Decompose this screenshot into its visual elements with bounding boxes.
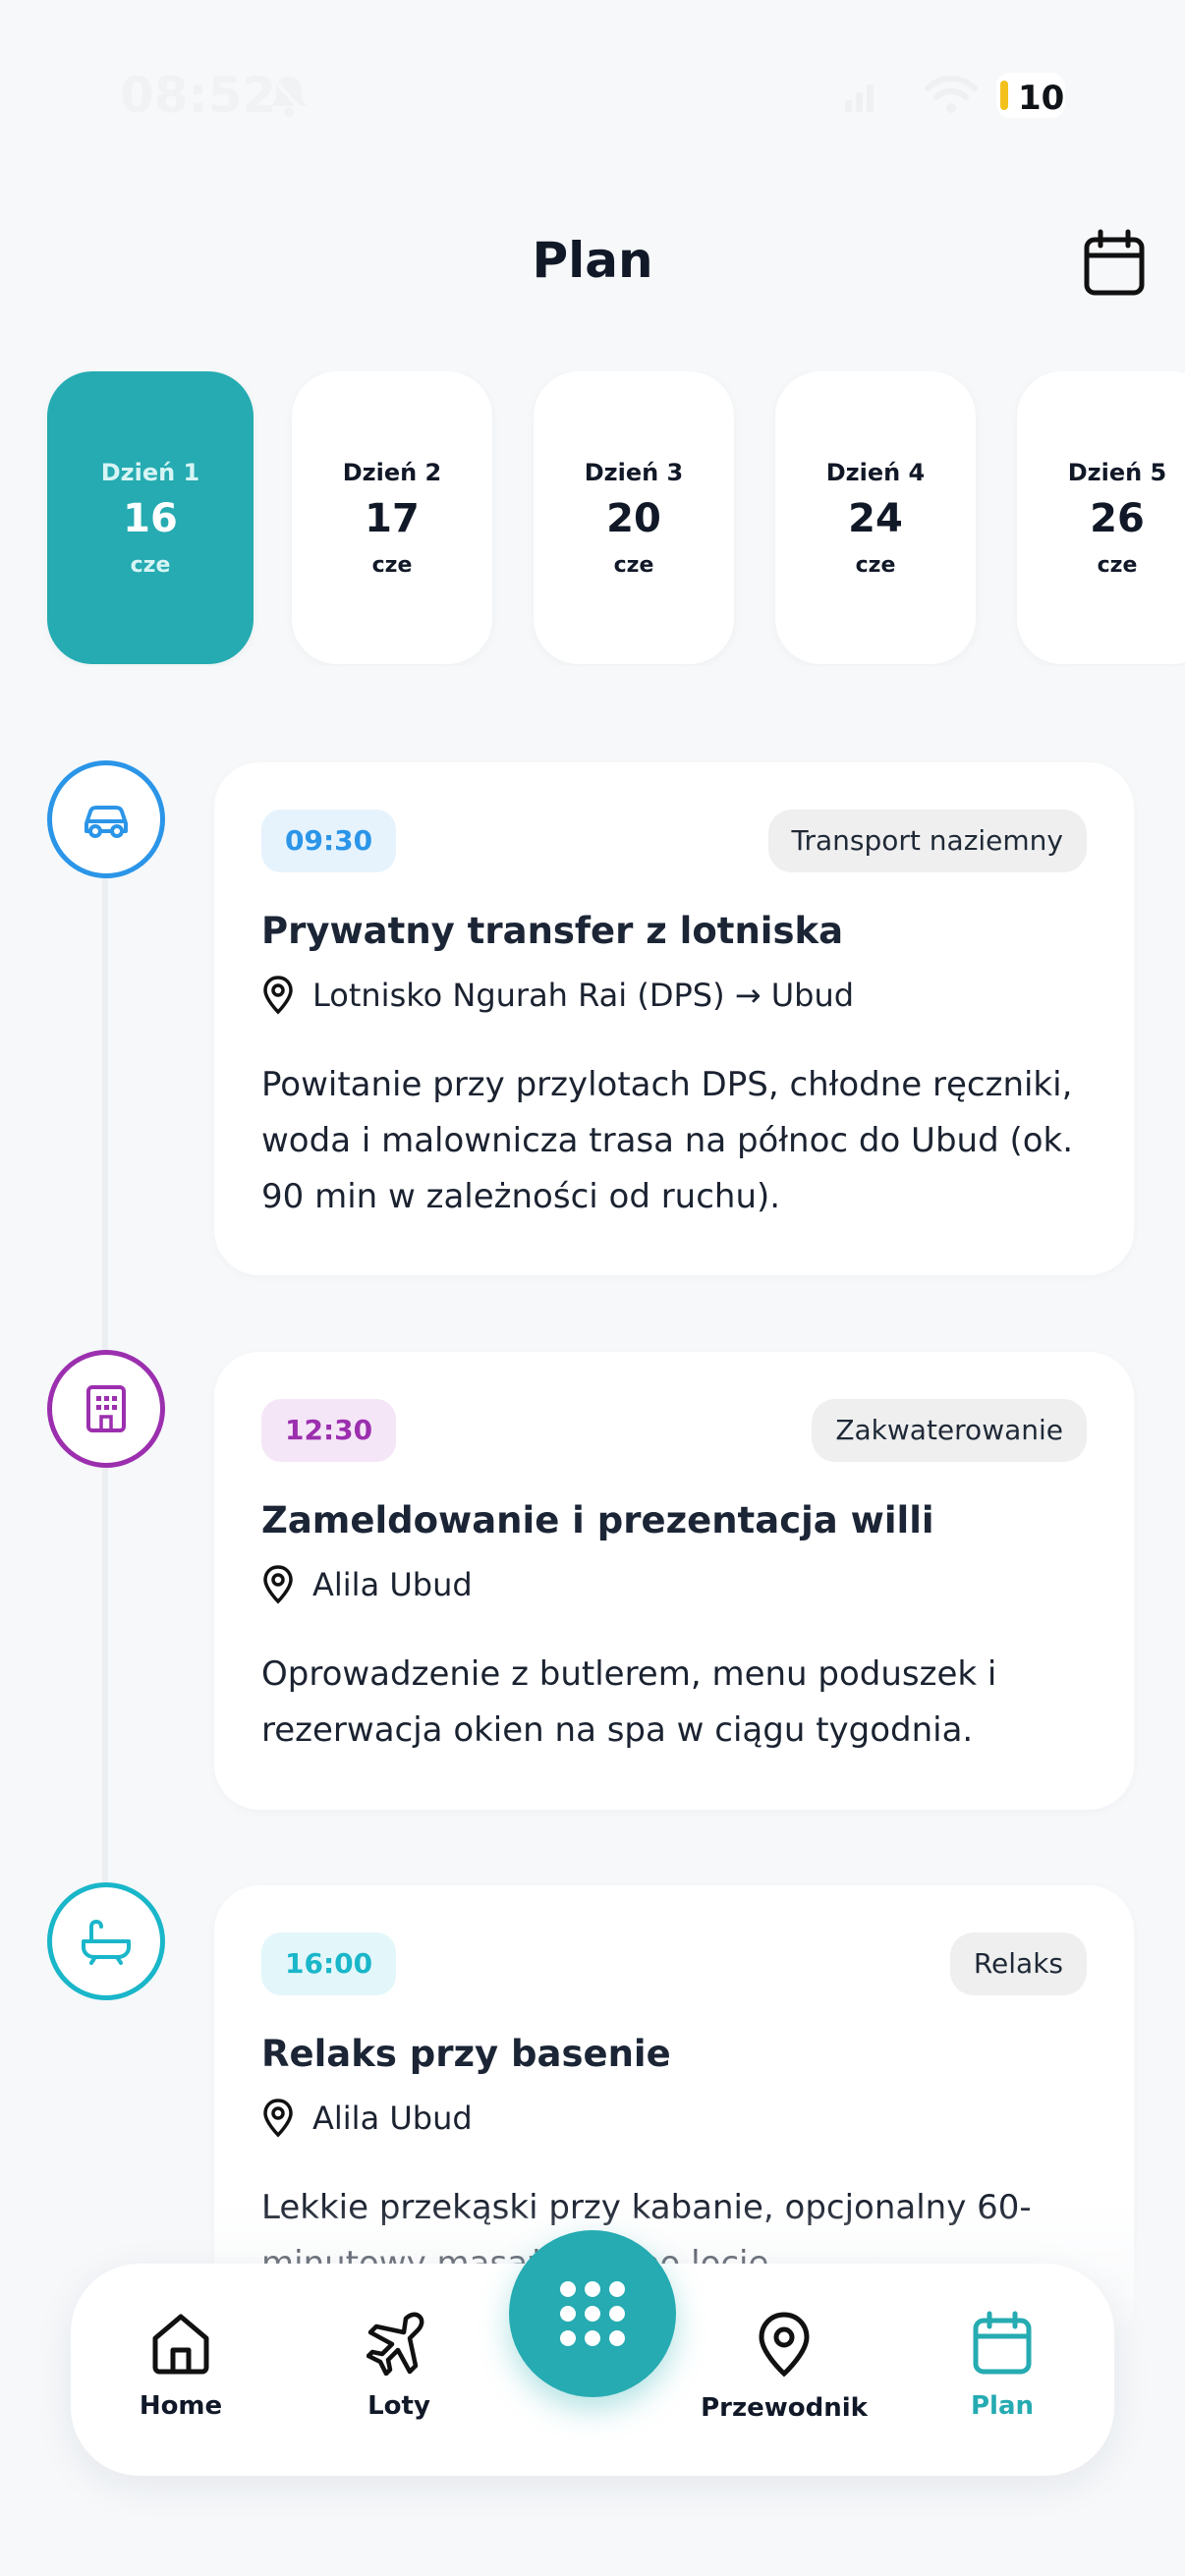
nav-item-flights[interactable]: Loty (301, 2311, 497, 2421)
time-badge: 16:00 (261, 1932, 397, 1995)
day-tab-4[interactable]: Dzień 4 24 cze (775, 371, 976, 664)
home-icon (152, 2314, 209, 2375)
calendar-button[interactable] (1079, 228, 1150, 299)
menu-grid-button[interactable] (509, 2230, 676, 2397)
event-location: Alila Ubud (261, 2098, 473, 2139)
day-label: Dzień 1 (100, 458, 200, 486)
event-title: Relaks przy basenie (261, 2033, 671, 2075)
day-label: Dzień 4 (825, 458, 926, 486)
bathtub-icon (82, 1919, 131, 1965)
day-selector: Dzień 1 16 cze Dzień 2 17 cze Dzień 3 20… (0, 371, 1185, 666)
location-pin-icon (263, 2099, 293, 2138)
day-month: cze (855, 552, 896, 578)
airplane-icon (367, 2312, 424, 2376)
time-badge: 09:30 (261, 810, 397, 872)
nav-item-home[interactable]: Home (83, 2311, 279, 2421)
day-tab-1[interactable]: Dzień 1 16 cze (47, 371, 254, 664)
hotel-icon (86, 1385, 126, 1432)
day-number: 16 (123, 495, 178, 541)
timeline-node-transport (47, 760, 165, 878)
battery-level: 10 (1018, 79, 1065, 118)
event-location-text: Alila Ubud (312, 2100, 473, 2137)
car-icon (85, 806, 128, 838)
day-number: 17 (365, 495, 420, 541)
day-number: 26 (1090, 495, 1145, 541)
wifi-icon (925, 76, 978, 113)
timeline-node-relax (47, 1882, 165, 2000)
battery-indicator: 10 (996, 73, 1065, 118)
nav-label: Loty (367, 2391, 430, 2421)
time-badge: 12:30 (261, 1399, 397, 1462)
event-card-checkin[interactable]: 12:30 Zakwaterowanie Zameldowanie i prez… (214, 1352, 1134, 1810)
calendar-icon (973, 2311, 1032, 2375)
day-month: cze (371, 552, 413, 578)
day-label: Dzień 2 (342, 458, 442, 486)
category-badge: Relaks (949, 1932, 1087, 1995)
event-card-transfer[interactable]: 09:30 Transport naziemny Prywatny transf… (214, 762, 1134, 1275)
day-number: 20 (606, 495, 661, 541)
day-month: cze (130, 552, 171, 578)
location-pin-icon (263, 976, 293, 1015)
nav-label: Przewodnik (701, 2393, 868, 2423)
day-tab-5[interactable]: Dzień 5 26 cze (1017, 371, 1185, 664)
event-title: Zameldowanie i prezentacja willi (261, 1499, 934, 1541)
bell-off-icon (269, 75, 309, 118)
day-tab-3[interactable]: Dzień 3 20 cze (534, 371, 734, 664)
location-pin-icon (759, 2312, 810, 2378)
grid-dots-icon (560, 2281, 625, 2346)
category-badge: Transport naziemny (767, 810, 1087, 872)
nav-item-plan[interactable]: Plan (904, 2311, 1100, 2421)
status-time: 08:52 (120, 67, 277, 124)
event-location: Lotnisko Ngurah Rai (DPS) → Ubud (261, 975, 854, 1016)
day-month: cze (1097, 552, 1138, 578)
day-month: cze (613, 552, 654, 578)
category-badge: Zakwaterowanie (812, 1399, 1087, 1462)
event-description: Powitanie przy przylotach DPS, chłodne r… (261, 1065, 1074, 1216)
calendar-icon (1084, 229, 1145, 296)
nav-label: Home (139, 2391, 223, 2421)
day-label: Dzień 3 (584, 458, 684, 486)
location-pin-icon (263, 1565, 293, 1604)
event-description: Oprowadzenie z butlerem, menu poduszek i… (261, 1654, 997, 1750)
event-location: Alila Ubud (261, 1564, 473, 1605)
status-bar: 08:52 10 (0, 0, 1185, 196)
signal-icon (845, 84, 874, 112)
day-number: 24 (848, 495, 903, 541)
day-label: Dzień 5 (1067, 458, 1167, 486)
event-title: Prywatny transfer z lotniska (261, 910, 844, 952)
page-title: Plan (532, 232, 653, 289)
event-location-text: Lotnisko Ngurah Rai (DPS) → Ubud (312, 977, 855, 1014)
nav-label: Plan (970, 2391, 1035, 2421)
event-location-text: Alila Ubud (312, 1566, 473, 1603)
nav-item-guide[interactable]: Przewodnik (686, 2311, 882, 2423)
timeline-node-accommodation (47, 1350, 165, 1468)
day-tab-2[interactable]: Dzień 2 17 cze (292, 371, 492, 664)
